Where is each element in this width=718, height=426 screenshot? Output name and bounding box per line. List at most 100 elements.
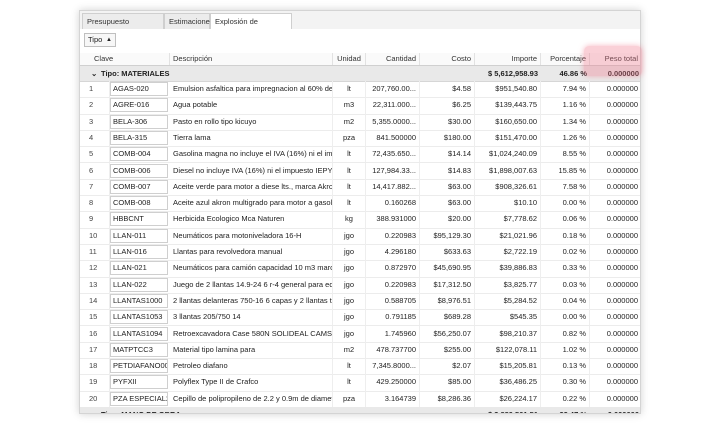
cell-cantidad: 0.220983 [366, 227, 420, 244]
clave-field[interactable]: LLAN-011 [110, 228, 168, 243]
table-row[interactable]: 6 COMB-006 Diesel no incluye IVA (16%) ni … [80, 162, 640, 180]
clave-field[interactable]: LLAN-021 [110, 261, 168, 276]
clave-field[interactable]: AGRE-016 [110, 98, 168, 113]
cell-desc: 2 llantas delanteras 750-16 6 capas y 2 … [170, 292, 333, 310]
table-row[interactable]: 18 PETDIAFANO001 Petroleo diafano lt 7,345.8… [80, 358, 640, 376]
cell-unidad: jgo [333, 260, 366, 277]
cell-costo: $63.00 [420, 178, 475, 196]
group-row[interactable]: ⌄Tipo: MANO DE OBRA$ 3,889,501.5132.47 %… [80, 407, 640, 413]
table-row[interactable]: 7 COMB-007 Aceite verde para motor a diese… [80, 178, 640, 197]
header-porcentaje[interactable]: Porcentaje [541, 53, 590, 65]
clave-field[interactable]: PYFXII [110, 375, 168, 390]
group-peso: 0.000000 [590, 407, 640, 413]
header-cantidad[interactable]: Cantidad [366, 53, 420, 65]
clave-field[interactable]: LLAN-016 [110, 245, 168, 259]
cell-unidad: jgo [333, 227, 366, 244]
table-row[interactable]: 9 HBBCNT Herbicida Ecologico Mca Naturen kg… [80, 211, 640, 229]
cell-peso: 0.000000 [590, 81, 640, 97]
cell-unidad: lt [333, 195, 366, 212]
cell-importe: $10.10 [475, 195, 541, 212]
cell-peso: 0.000000 [590, 358, 640, 374]
cell-costo: $689.28 [420, 309, 475, 326]
sort-asc-icon: ▲ [106, 37, 112, 43]
cell-importe: $36,486.25 [475, 374, 541, 391]
header-descripcion[interactable]: Descripción [170, 53, 333, 65]
cell-desc: Petroleo diafano [170, 358, 333, 375]
cell-porcentaje: 0.22 % [541, 390, 590, 407]
row-number: 11 [86, 244, 110, 261]
table-row[interactable]: 17 MATPTCC3 Material tipo lamina para m2 478… [80, 341, 640, 360]
clave-field[interactable]: BELA-306 [110, 114, 168, 129]
clave-field[interactable]: COMB-008 [110, 196, 168, 211]
cell-cantidad: 4.296180 [366, 244, 420, 261]
clave-field[interactable]: BELA-315 [110, 130, 168, 145]
table-row[interactable]: 13 LLAN-022 Juego de 2 llantas 14.9-24 6 r… [80, 276, 640, 294]
cell-importe: $160,650.00 [475, 113, 541, 130]
cell-unidad: jgo [333, 276, 366, 293]
cell-unidad: jgo [333, 244, 366, 261]
clave-field[interactable]: COMB-007 [110, 179, 168, 194]
cell-importe: $5,284.52 [475, 292, 541, 310]
table-row[interactable]: 2 AGRE-016 Agua potable m3 22,311.000... $6.2… [80, 97, 640, 115]
table-row[interactable]: 20PZA ESPECIAL2...Cepillo de polipropile… [80, 390, 640, 408]
cell-costo: $14.14 [420, 146, 475, 163]
cell-desc: Herbicida Ecologico Mca Naturen [170, 211, 333, 228]
cell-costo: $20.00 [420, 211, 475, 228]
row-number: 7 [86, 178, 110, 196]
row-number: 6 [86, 162, 110, 179]
cell-unidad: m2 [333, 113, 366, 130]
cell-importe: $951,540.80 [475, 81, 541, 98]
cell-porcentaje: 0.18 % [541, 227, 590, 244]
header-unidad[interactable]: Unidad [333, 53, 366, 65]
table-row[interactable]: 16 LLANTAS1094 Retroexcavadora Case 580N S… [80, 325, 640, 343]
group-by-tipo-button[interactable]: Tipo ▲ [84, 33, 116, 47]
cell-porcentaje: 0.30 % [541, 374, 590, 391]
clave-field[interactable]: HBBCNT [110, 212, 168, 227]
cell-cantidad: 7,345.8000... [366, 358, 420, 375]
insumos-window: Presupuesto programable Estimaciones Exp… [79, 10, 641, 414]
row-number: 14 [86, 292, 110, 310]
table-row[interactable]: 5 COMB-004 Gasolina magna no incluye el IV… [80, 146, 640, 164]
clave-field[interactable]: PZA ESPECIAL2... [110, 391, 168, 406]
cell-unidad: lt [333, 162, 366, 179]
tab-explosion-insumos[interactable]: Explosión de insumos× [210, 13, 292, 41]
cell-importe: $3,825.77 [475, 276, 541, 293]
clave-field[interactable]: LLANTAS1053 [110, 310, 168, 325]
table-row[interactable]: 8 COMB-008 Aceite azul akron multigrado pa… [80, 195, 640, 213]
clave-field[interactable]: AGAS-020 [110, 82, 168, 96]
cell-peso: 0.000000 [590, 342, 640, 358]
tab-label: Estimaciones [169, 17, 214, 26]
cell-importe: $139,443.75 [475, 97, 541, 114]
cell-importe: $2,722.19 [475, 244, 541, 261]
table-row[interactable]: 1 AGAS-020 Emulsion asfaltica para impregn… [80, 81, 640, 99]
clave-field[interactable]: PETDIAFANO001 [110, 359, 168, 374]
table-row[interactable]: 12 LLAN-021 Neumáticos para camión capacid… [80, 260, 640, 278]
cell-unidad: jgo [333, 309, 366, 326]
cell-desc: Llantas para revolvedora manual [170, 244, 333, 261]
clave-field[interactable]: LLANTAS1000 [110, 293, 168, 308]
group-row[interactable]: ⌄ Tipo: MATERIALES $ 5,612,958.93 46.86 % 0.… [80, 66, 640, 82]
table-row[interactable]: 14 LLANTAS1000 2 llantas delanteras 750-16… [80, 292, 640, 311]
tab-estimaciones[interactable]: Estimaciones [164, 13, 214, 29]
clave-field[interactable]: COMB-004 [110, 147, 168, 162]
table-row[interactable]: 11 LLAN-016 Llantas para revolvedora manua… [80, 244, 640, 262]
cell-cantidad: 127,984.33... [366, 162, 420, 179]
table-row[interactable]: 15 LLANTAS1053 3 llantas 205/750 14 jgo 0.79… [80, 309, 640, 327]
clave-field[interactable]: LLAN-022 [110, 277, 168, 292]
table-row[interactable]: 10 LLAN-011 Neumáticos para motoniveladora… [80, 227, 640, 245]
cell-desc: Cepillo de polipropileno de 2.2 y 0.9m d… [170, 390, 333, 407]
tab-presupuesto[interactable]: Presupuesto programable [82, 13, 164, 41]
cell-peso: 0.000000 [590, 163, 640, 179]
table-row[interactable]: 19 PYFXII Polyflex Type II de Crafco lt 429.… [80, 374, 640, 392]
cell-cantidad: 0.160268 [366, 195, 420, 212]
clave-field[interactable]: MATPTCC3 [110, 342, 168, 357]
clave-field[interactable]: LLANTAS1094 [110, 326, 168, 341]
table-row[interactable]: 3 BELA-306 Pasto en rollo tipo kicuyo m2 5,3… [80, 113, 640, 131]
cell-peso: 0.000000 [590, 195, 640, 211]
header-clave[interactable]: Clave [80, 53, 170, 65]
cell-porcentaje: 8.55 % [541, 146, 590, 163]
header-costo[interactable]: Costo [420, 53, 475, 65]
clave-field[interactable]: COMB-006 [110, 163, 168, 178]
header-importe[interactable]: Importe [475, 53, 541, 65]
table-row[interactable]: 4 BELA-315 Tierra lama pza 841.500000 $180.00… [80, 129, 640, 148]
